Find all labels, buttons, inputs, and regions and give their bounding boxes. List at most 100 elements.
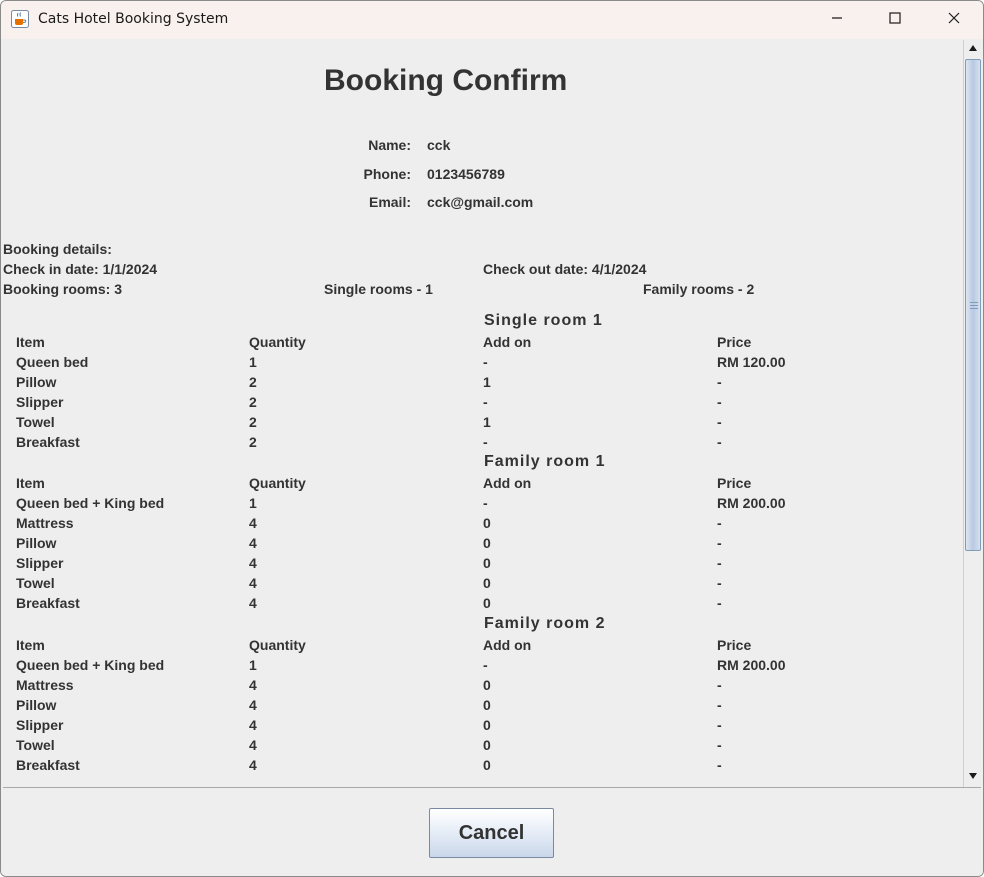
column-header: Quantity — [249, 334, 306, 350]
scrollbar-thumb[interactable] — [965, 59, 981, 551]
table-cell: 1 — [249, 657, 257, 673]
room-title: Family room 1 — [484, 453, 606, 470]
table-cell: 0 — [483, 535, 491, 551]
table-cell: 0 — [483, 697, 491, 713]
table-cell: 4 — [249, 555, 257, 571]
table-cell: - — [717, 555, 722, 571]
family-rooms-count: Family rooms - 2 — [643, 281, 755, 297]
check-out-date: Check out date: 4/1/2024 — [483, 261, 647, 277]
table-cell: 0 — [483, 677, 491, 693]
table-cell: - — [717, 414, 722, 430]
table-cell: 4 — [249, 717, 257, 733]
table-cell: - — [483, 394, 488, 410]
column-header: Item — [16, 637, 45, 653]
table-cell: - — [483, 434, 488, 450]
table-cell: RM 200.00 — [717, 495, 786, 511]
table-cell: Queen bed + King bed — [16, 657, 165, 673]
close-button[interactable] — [925, 1, 983, 39]
cancel-button[interactable]: Cancel — [429, 808, 554, 858]
column-header: Add on — [483, 334, 532, 350]
table-cell: - — [717, 515, 722, 531]
column-header: Item — [16, 475, 45, 491]
table-cell: - — [717, 374, 722, 390]
table-cell: Queen bed — [16, 354, 89, 370]
table-cell: - — [717, 575, 722, 591]
table-cell: Breakfast — [16, 595, 80, 611]
scroll-down-button[interactable] — [965, 768, 981, 784]
table-cell: Towel — [16, 737, 55, 753]
table-cell: 0 — [483, 717, 491, 733]
email-value: cck@gmail.com — [427, 194, 534, 210]
column-header: Item — [16, 334, 45, 350]
booking-scroll-pane[interactable]: Booking Confirm Name: cck Phone: 0123456… — [3, 40, 981, 788]
button-bar: Cancel — [1, 789, 983, 876]
table-cell: 1 — [483, 414, 491, 430]
table-cell: 4 — [249, 535, 257, 551]
table-cell: Towel — [16, 575, 55, 591]
table-cell: Slipper — [16, 555, 64, 571]
column-header: Add on — [483, 475, 532, 491]
check-in-date: Check in date: 1/1/2024 — [3, 261, 158, 277]
booking-content: Booking Confirm Name: cck Phone: 0123456… — [3, 40, 963, 787]
arrow-up-icon — [968, 40, 978, 57]
table-cell: 1 — [249, 354, 257, 370]
table-cell: 0 — [483, 515, 491, 531]
table-cell: 1 — [249, 495, 257, 511]
column-header: Add on — [483, 637, 532, 653]
table-cell: 0 — [483, 595, 491, 611]
table-cell: 4 — [249, 677, 257, 693]
table-cell: - — [717, 394, 722, 410]
table-cell: Pillow — [16, 535, 57, 551]
app-window: Cats Hotel Booking System Booking Confir… — [0, 0, 984, 877]
table-cell: RM 200.00 — [717, 657, 786, 673]
arrow-down-icon — [968, 767, 978, 785]
table-cell: Mattress — [16, 677, 74, 693]
phone-label: Phone: — [363, 166, 411, 182]
table-cell: 2 — [249, 434, 257, 450]
table-cell: 4 — [249, 737, 257, 753]
table-cell: - — [717, 595, 722, 611]
table-cell: - — [717, 737, 722, 753]
table-cell: - — [483, 495, 488, 511]
table-cell: - — [717, 757, 722, 773]
minimize-button[interactable] — [808, 1, 866, 39]
scroll-up-button[interactable] — [965, 40, 981, 56]
title-bar[interactable]: Cats Hotel Booking System — [1, 1, 983, 39]
table-cell: - — [717, 697, 722, 713]
table-cell: RM 120.00 — [717, 354, 786, 370]
column-header: Price — [717, 334, 752, 350]
name-label: Name: — [368, 137, 411, 153]
table-cell: 2 — [249, 414, 257, 430]
page-title: Booking Confirm — [324, 64, 568, 97]
booking-rooms-count: Booking rooms: 3 — [3, 281, 123, 297]
java-coffee-cup-icon — [11, 10, 29, 28]
window-title: Cats Hotel Booking System — [38, 11, 229, 27]
table-cell: 2 — [249, 394, 257, 410]
room-title: Family room 2 — [484, 615, 606, 632]
table-cell: - — [717, 677, 722, 693]
single-rooms-count: Single rooms - 1 — [324, 281, 433, 297]
table-cell: Breakfast — [16, 434, 80, 450]
minimize-icon — [831, 11, 843, 29]
room-title: Single room 1 — [484, 312, 603, 329]
table-cell: 4 — [249, 515, 257, 531]
maximize-icon — [889, 11, 901, 29]
booking-details-label: Booking details: — [3, 241, 112, 257]
table-cell: 0 — [483, 575, 491, 591]
table-cell: Slipper — [16, 394, 64, 410]
table-cell: 2 — [249, 374, 257, 390]
maximize-button[interactable] — [866, 1, 924, 39]
column-header: Price — [717, 475, 752, 491]
table-cell: - — [483, 354, 488, 370]
table-cell: 0 — [483, 757, 491, 773]
table-cell: Breakfast — [16, 757, 80, 773]
table-cell: Pillow — [16, 697, 57, 713]
table-cell: 1 — [483, 374, 491, 390]
table-cell: Queen bed + King bed — [16, 495, 165, 511]
table-cell: - — [717, 717, 722, 733]
table-cell: 4 — [249, 595, 257, 611]
table-cell: 0 — [483, 555, 491, 571]
column-header: Quantity — [249, 637, 306, 653]
vertical-scrollbar[interactable] — [963, 40, 981, 787]
column-header: Quantity — [249, 475, 306, 491]
